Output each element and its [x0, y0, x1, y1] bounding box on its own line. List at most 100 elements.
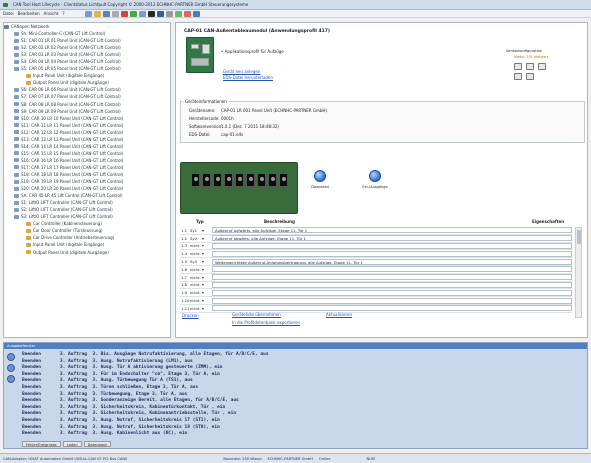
io-row[interactable]: 1.10 nicht ▾	[180, 297, 572, 305]
type-dropdown-icon[interactable]: ▾	[202, 267, 212, 272]
type-dropdown-icon[interactable]: ▾	[202, 275, 212, 280]
tree-item[interactable]: Output Panel Unit (digitale Ausgänge)	[4, 79, 170, 86]
tree-item[interactable]: Car Drive Controller (Antriebssteuerung)	[4, 234, 170, 241]
settings-icon[interactable]	[165, 10, 173, 17]
connect-icon[interactable]	[174, 10, 182, 17]
print-link[interactable]: Drucken	[182, 313, 199, 318]
type-dropdown-icon[interactable]: ▾	[202, 298, 212, 303]
network-icon[interactable]	[156, 10, 164, 17]
print-icon[interactable]	[111, 10, 119, 17]
tree-item[interactable]: S13: CAR 13 LR 13 Panel Unit (CAN-GT Lif…	[4, 136, 170, 143]
disconnect-icon[interactable]	[183, 10, 191, 17]
tree-item[interactable]: S12: CAR 12 LR 12 Panel Unit (CAN-GT Lif…	[4, 129, 170, 136]
type-dropdown-icon[interactable]: ▾	[202, 306, 212, 311]
tree-item[interactable]: Sh: Mini-Controller-C (CAN-GT Lift Contr…	[4, 30, 170, 37]
tree-item[interactable]: S10: CAR 10 LR 10 Panel Unit (CAN-GT Lif…	[4, 115, 170, 122]
copy-log-icon[interactable]	[7, 364, 15, 372]
sensor-button-3[interactable]	[538, 63, 546, 70]
tree-item[interactable]: S3: LiftIO LIFT Controller (CAN-GT Lift …	[4, 213, 170, 220]
type-dropdown-icon[interactable]: ▾	[202, 259, 212, 264]
tree-item[interactable]: S8: CAR 08 LR 08 Panel Unit (CAN-GT Lift…	[4, 101, 170, 108]
open-icon[interactable]	[93, 10, 101, 17]
menu-file[interactable]: Datei	[3, 11, 14, 16]
apply-devices-link[interactable]: Geräteliste übernehmen	[232, 312, 281, 317]
tree-item[interactable]: S7: CAR 07 LR 07 Panel Unit (CAN-GT Lift…	[4, 93, 170, 100]
description-field[interactable]	[212, 274, 572, 281]
type-dropdown-icon[interactable]: ▾	[202, 282, 212, 287]
grid-icon[interactable]	[147, 10, 155, 17]
tree-item[interactable]: S9: CAR 09 LR 09 Panel Unit (CAN-GT Lift…	[4, 108, 170, 115]
tree-root[interactable]: CANopen Netzwerk	[4, 23, 170, 30]
tree-item[interactable]: S16: CAR 16 LR 16 Panel Unit (CAN-GT Lif…	[4, 157, 170, 164]
io-row[interactable]: 1.3 nicht ▾	[180, 242, 572, 251]
io-row[interactable]: 1.5 Sy3 ▾ Weitergerichtete Außenruf-Anfangs…	[180, 258, 572, 266]
save-icon[interactable]	[102, 10, 110, 17]
description-field[interactable]	[212, 289, 572, 296]
menu-view[interactable]: Ansicht	[44, 11, 59, 16]
description-field[interactable]	[212, 250, 572, 257]
type-dropdown-icon[interactable]: ▾	[202, 236, 212, 241]
description-field[interactable]	[212, 266, 572, 273]
tree-item[interactable]: SA: CAR 45 LR 45 Lift Control (CAN-GT Li…	[4, 192, 170, 199]
tree-item[interactable]: Input Panel Unit (digitale Eingänge)	[4, 241, 170, 248]
description-field[interactable]	[212, 297, 572, 304]
description-field[interactable]	[212, 281, 572, 288]
tree-item[interactable]: S17: CAR 17 LR 17 Panel Unit (CAN-GT Lif…	[4, 164, 170, 171]
tree-item[interactable]: S15: CAR 15 LR 15 Panel Unit (CAN-GT Lif…	[4, 150, 170, 157]
tree-item[interactable]: S2: CAR 02 LR 02 Panel Unit (CAN-GT Lift…	[4, 44, 170, 51]
tree-item[interactable]: S11: CAR 11 LR 11 Panel Unit (CAN-GT Lif…	[4, 122, 170, 129]
tree-item[interactable]: Input Panel Unit (digitale Eingänge)	[4, 72, 170, 79]
tree-item[interactable]: S3: CAR 03 LR 03 Panel Unit (CAN-GT Lift…	[4, 51, 170, 58]
tree-item[interactable]: S19: CAR 19 LR 19 Panel Unit (CAN-GT Lif…	[4, 178, 170, 185]
type-dropdown-icon[interactable]: ▾	[202, 228, 212, 233]
tree-item[interactable]: Car Controller (Kabinensteuerung)	[4, 220, 170, 227]
refresh-icon[interactable]	[138, 10, 146, 17]
tree-item[interactable]: S14: CAR 14 LR 14 Panel Unit (CAN-GT Lif…	[4, 143, 170, 150]
filter-log-icon[interactable]	[7, 375, 15, 383]
eds-download-link[interactable]: EDS-Datei herunterladen	[223, 75, 273, 80]
sensor-button-4[interactable]	[514, 73, 522, 80]
new-icon[interactable]	[84, 10, 92, 17]
sensor-button-2[interactable]	[526, 63, 534, 70]
refresh-link[interactable]: Aktualisieren	[326, 312, 352, 317]
description-field[interactable]: Weitergerichtete Außenruf-Anfangsübertra…	[212, 258, 572, 265]
sensor-button-5[interactable]	[526, 73, 534, 80]
description-field[interactable]: Außenruf abwärts, alle Aufzüge, Etage 11…	[212, 235, 572, 242]
io-row[interactable]: 1.2 Sy2 ▾ Außenruf abwärts, alle Aufzüge, E…	[180, 235, 572, 243]
stop-icon[interactable]	[120, 10, 128, 17]
tab-database[interactable]: Datenbank	[83, 441, 112, 447]
create-device-link[interactable]: Gerät neu anlegen	[223, 69, 260, 74]
type-dropdown-icon[interactable]: ▾	[202, 290, 212, 295]
tree-item[interactable]: S1: CAR 01 LR 01 Panel Unit (CAN-GT Lift…	[4, 37, 170, 44]
tree-item[interactable]: S18: CAR 18 LR 18 Panel Unit (CAN-GT Lif…	[4, 171, 170, 178]
description-field[interactable]: Außenruf aufwärts, alle Aufzüge, Etage 1…	[212, 227, 572, 234]
menu-edit[interactable]: Bearbeiten	[18, 11, 40, 16]
tree-item[interactable]: S6: CAR 06 LR 06 Panel Unit (CAN-GT Lift…	[4, 86, 170, 93]
io-scrollbar[interactable]	[575, 227, 582, 318]
tree-item[interactable]: Output Panel Unit (digitale Ausgänge)	[4, 249, 170, 256]
info-icon[interactable]	[192, 10, 200, 17]
type-dropdown-icon[interactable]: ▾	[202, 243, 212, 248]
tree-item[interactable]: S4: CAR 04 LR 04 Panel Unit (CAN-GT Lift…	[4, 58, 170, 65]
tree-item[interactable]: S20: CAR 20 LR 20 Panel Unit (CAN-GT Lif…	[4, 185, 170, 192]
type-dropdown-icon[interactable]: ▾	[202, 251, 212, 256]
io-row[interactable]: 1.6 nicht ▾	[180, 266, 572, 274]
download-button[interactable]	[314, 170, 326, 182]
tree-item[interactable]: S5: CAR 05 LR 05 Panel Unit (CAN-GT Lift…	[4, 65, 170, 72]
description-field[interactable]	[212, 242, 572, 249]
tree-item[interactable]: S2: LiftIO LIFT Controller (CAN-GT Lift …	[4, 206, 170, 213]
io-row[interactable]: 1.9 nicht ▾	[180, 289, 572, 298]
tree-item[interactable]: S1: LiftIO LIFT Controller (CAN-GT Lift …	[4, 199, 170, 206]
tree-item[interactable]: Car Door Controller (Türsteuerung)	[4, 227, 170, 234]
tab-errors[interactable]: Fehler/Ereignisse	[22, 441, 61, 447]
io-row[interactable]: 1.4 nicht ▾	[180, 250, 572, 259]
clear-log-icon[interactable]	[7, 353, 15, 361]
io-row[interactable]: 1.1 Sy1 ▾ Außenruf aufwärts, alle Aufzüge, …	[180, 227, 572, 235]
tab-load[interactable]: Laden	[62, 441, 82, 447]
description-field[interactable]	[212, 305, 572, 312]
io-button[interactable]	[369, 170, 381, 182]
io-row[interactable]: 1.8 nicht ▾	[180, 281, 572, 290]
play-icon[interactable]	[129, 10, 137, 17]
io-row[interactable]: 1.7 nicht ▾	[180, 274, 572, 282]
export-link[interactable]: In die Profildatenbank exportieren	[232, 320, 300, 325]
